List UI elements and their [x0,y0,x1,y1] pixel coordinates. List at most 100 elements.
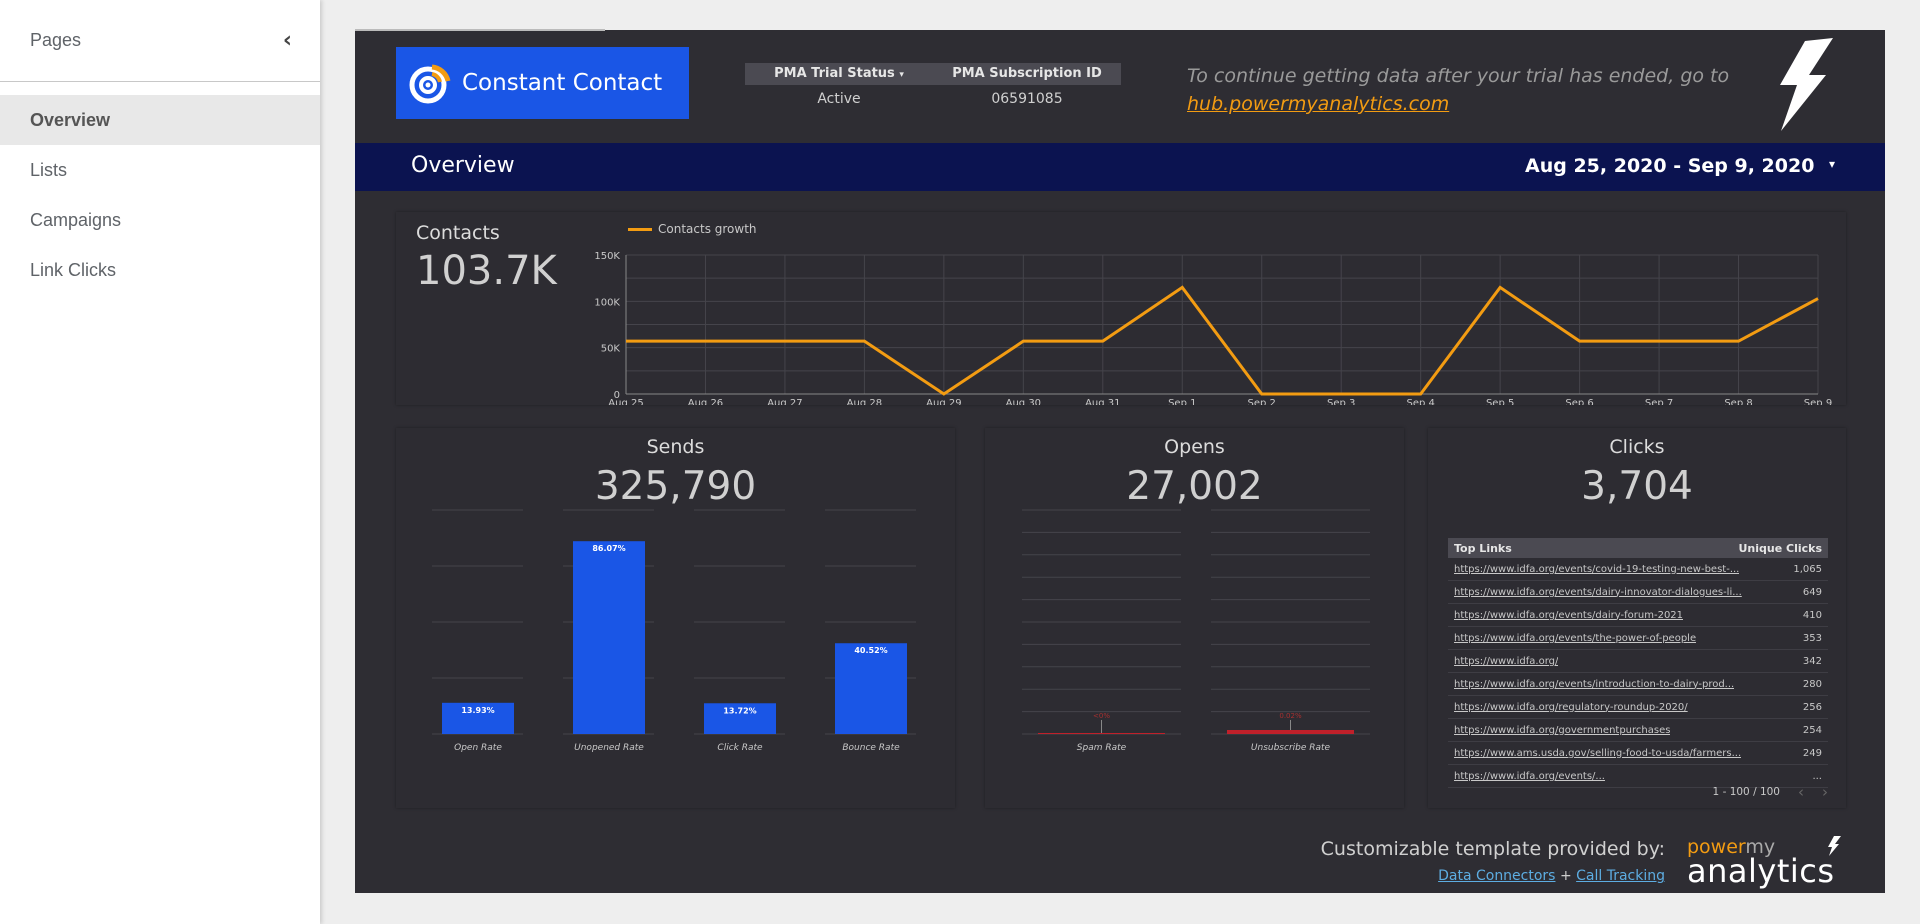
bar [573,541,645,734]
link-url[interactable]: https://www.idfa.org/ [1454,656,1558,667]
table-row: https://www.idfa.org/governmentpurchases… [1448,719,1828,742]
data-label: 13.72% [723,706,756,715]
data-label: 13.93% [461,706,494,715]
y-tick-label: 100K [594,297,620,308]
unique-clicks-value: 280 [1802,678,1822,690]
unique-clicks-value: 649 [1802,586,1822,598]
chevron-down-icon: ▾ [1828,157,1835,171]
bar [1038,733,1165,734]
x-tick-label: Sep 4 [1406,398,1434,405]
trial-link[interactable]: hub.powermyanalytics.com [1187,93,1449,115]
report-canvas: Constant Contact PMA Trial Status ▾ PMA … [355,29,1885,893]
link-url[interactable]: https://www.idfa.org/events/covid-19-tes… [1454,564,1739,575]
category-label: Open Rate [454,743,502,753]
call-tracking-link[interactable]: Call Tracking [1576,868,1665,884]
link-url[interactable]: https://www.idfa.org/events/dairy-innova… [1454,587,1742,598]
table-row: https://www.idfa.org/342 [1448,650,1828,673]
y-tick-label: 150K [594,251,620,262]
x-tick-label: Sep 6 [1565,398,1593,405]
data-label: 40.52% [854,646,887,655]
overview-band: Overview Aug 25, 2020 - Sep 9, 2020 ▾ [355,143,1885,191]
unique-clicks-value: 342 [1802,655,1822,667]
divider [355,29,605,31]
trial-status-header[interactable]: PMA Trial Status ▾ [745,63,933,85]
lightning-bolt-icon [1780,38,1833,131]
trial-note: To continue getting data after your tria… [1187,62,1729,118]
sends-rate-chart: 13.93% Open Rate 86.07% Unopened Rate 13.72%… [432,509,916,753]
footer-text: Customizable template provided by: [1320,838,1665,860]
data-connectors-link[interactable]: Data Connectors [1438,868,1555,884]
trial-note-text: To continue getting data after your tria… [1187,65,1730,87]
trial-status-table: PMA Trial Status ▾ PMA Subscription ID A… [745,63,1121,113]
constant-contact-icon [409,64,451,104]
contacts-card: Contacts 103.7K Contacts growth Aug 25 Au… [396,212,1846,405]
link-url[interactable]: https://www.idfa.org/events/the-power-of… [1454,633,1696,644]
x-tick-label: Sep 3 [1327,398,1355,405]
x-tick-label: Sep 8 [1724,398,1752,405]
unique-clicks-header[interactable]: Unique Clicks [1738,542,1822,555]
logo-analytics: analytics [1687,852,1835,890]
sidebar-item-overview[interactable]: Overview [0,95,320,145]
table-row: https://www.idfa.org/regulatory-roundup-… [1448,696,1828,719]
constant-contact-logo: Constant Contact [396,47,689,119]
x-tick-label: Aug 27 [767,398,802,405]
subscription-id-header[interactable]: PMA Subscription ID [933,63,1121,85]
sidebar-item-link-clicks[interactable]: Link Clicks [0,245,320,295]
subscription-id-value: 06591085 [991,91,1063,107]
sort-caret-icon: ▾ [899,70,904,80]
link-url[interactable]: https://www.idfa.org/governmentpurchases [1454,725,1670,736]
trial-status-header-label: PMA Trial Status [774,66,895,81]
chevron-left-icon[interactable]: ‹ [1798,783,1804,801]
link-url[interactable]: https://www.idfa.org/events/... [1454,771,1605,782]
x-tick-label: Sep 7 [1645,398,1673,405]
date-range-value: Aug 25, 2020 - Sep 9, 2020 [1525,155,1815,177]
top-links-table: Top Links Unique Clicks https://www.idfa… [1448,538,1828,795]
series-line-contacts-growth [626,285,1819,396]
data-label: 86.07% [592,544,625,553]
link-url[interactable]: https://www.idfa.org/events/introduction… [1454,679,1734,690]
clicks-value: 3,704 [1581,464,1693,509]
table-row: https://www.ams.usda.gov/selling-food-to… [1448,742,1828,765]
category-label: Spam Rate [1077,743,1127,753]
opens-card: Opens 27,002 <0% Spam Rate 0.02% Unsubscrib… [985,428,1404,808]
sidebar-list: Overview Lists Campaigns Link Clicks [0,95,320,295]
table-row: https://www.idfa.org/events/covid-19-tes… [1448,558,1828,581]
category-label: Unopened Rate [574,743,644,753]
link-url[interactable]: https://www.idfa.org/regulatory-roundup-… [1454,702,1688,713]
clicks-card: Clicks 3,704 Top Links Unique Clicks htt… [1428,428,1846,808]
logo-text: Constant Contact [462,70,663,96]
y-tick-label: 50K [601,344,621,355]
x-tick-label: Sep 2 [1248,398,1276,405]
page-title: Overview [411,153,515,178]
table-row: https://www.idfa.org/events/dairy-forum-… [1448,604,1828,627]
clicks-label: Clicks [1609,436,1665,458]
pager-range: 1 - 100 / 100 [1712,786,1780,798]
category-label: Unsubscribe Rate [1251,743,1331,753]
data-label: <0% [1093,712,1110,720]
link-url[interactable]: https://www.idfa.org/events/dairy-forum-… [1454,610,1683,621]
x-tick-label: Aug 29 [926,398,961,405]
chevron-left-icon[interactable]: ‹ [283,28,292,53]
unique-clicks-value: 410 [1802,609,1822,621]
trial-status-value: Active [817,91,861,107]
unique-clicks-value: 353 [1802,632,1822,644]
top-links-header[interactable]: Top Links [1454,542,1512,555]
table-body[interactable]: https://www.idfa.org/events/covid-19-tes… [1448,558,1828,795]
lightning-bolt-icon [1828,836,1841,856]
sidebar-item-lists[interactable]: Lists [0,145,320,195]
x-tick-label: Aug 30 [1006,398,1041,405]
date-range-picker[interactable]: Aug 25, 2020 - Sep 9, 2020 ▾ [1525,151,1865,183]
sends-card: Sends 325,790 13.93% Open Rate 86.07% Unope… [396,428,955,808]
table-pager: 1 - 100 / 100 ‹ › [1713,783,1828,801]
unique-clicks-value: 254 [1802,724,1822,736]
x-tick-label: Aug 31 [1085,398,1120,405]
table-row: https://www.idfa.org/events/dairy-innova… [1448,581,1828,604]
link-url[interactable]: https://www.ams.usda.gov/selling-food-to… [1454,748,1741,759]
bar [835,643,907,734]
chevron-right-icon[interactable]: › [1822,783,1828,801]
power-my-analytics-logo: powermy analytics [1687,836,1847,890]
x-tick-label: Sep 5 [1486,398,1514,405]
sidebar-title: Pages [30,30,82,50]
pages-sidebar: Pages ‹ Overview Lists Campaigns Link Cl… [0,0,320,924]
sidebar-item-campaigns[interactable]: Campaigns [0,195,320,245]
